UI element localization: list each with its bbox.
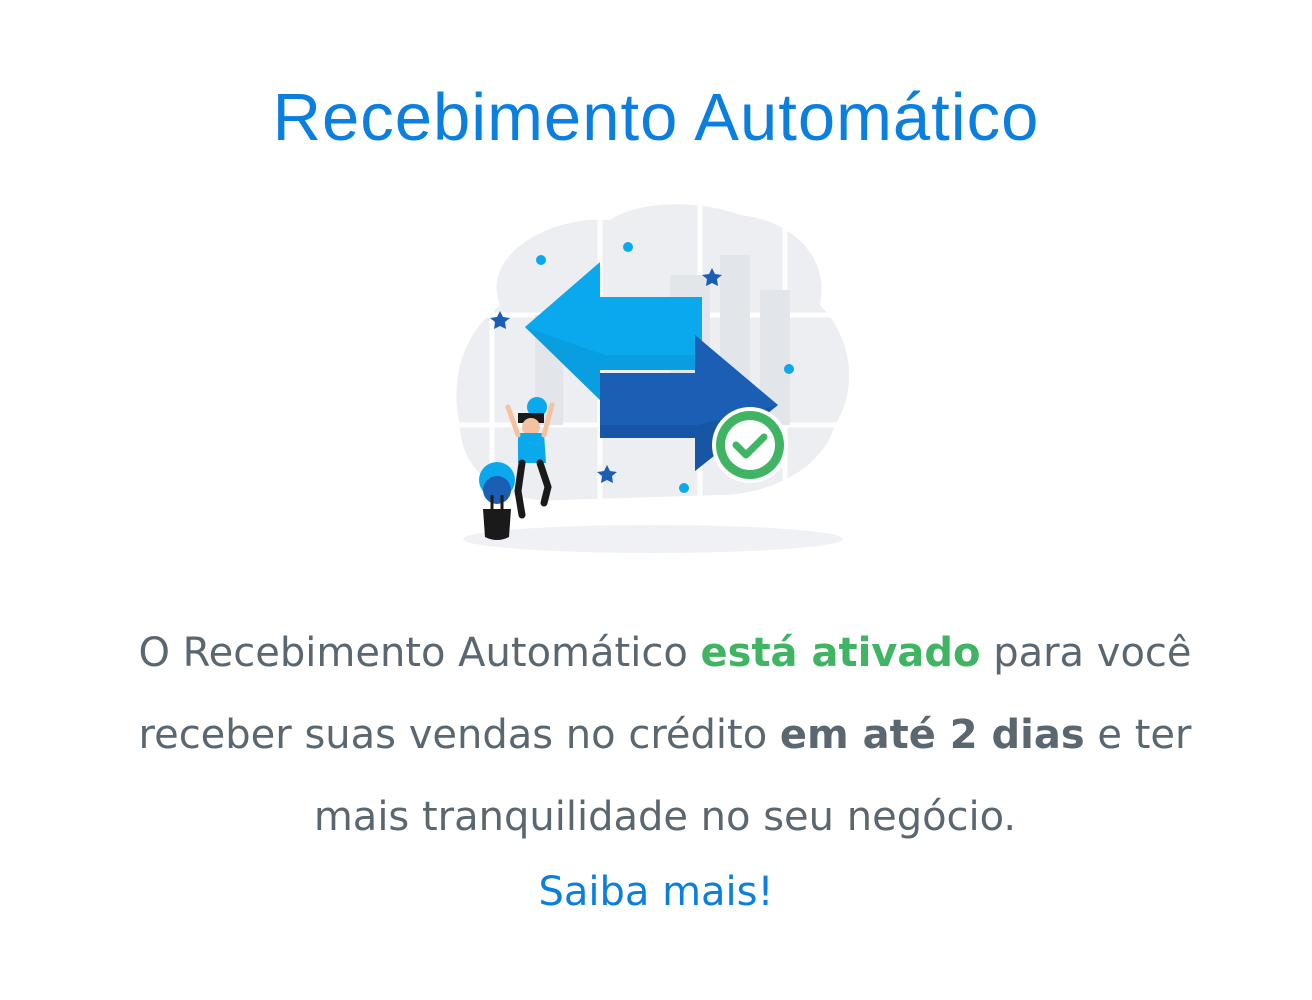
status-highlight: está ativado: [700, 630, 981, 676]
check-circle-icon: [712, 407, 788, 483]
page-title: Recebimento Automático: [272, 80, 1040, 155]
plant-pot: [479, 462, 515, 540]
ground-shadow: [463, 525, 843, 553]
transfer-arrows-illustration: [440, 195, 870, 565]
status-message: O Recebimento Automático está ativado pa…: [90, 612, 1240, 858]
timeframe-highlight: em até 2 dias: [779, 712, 1085, 758]
message-text-1: O Recebimento Automático: [138, 630, 701, 676]
learn-more-link[interactable]: Saiba mais!: [0, 862, 1312, 922]
